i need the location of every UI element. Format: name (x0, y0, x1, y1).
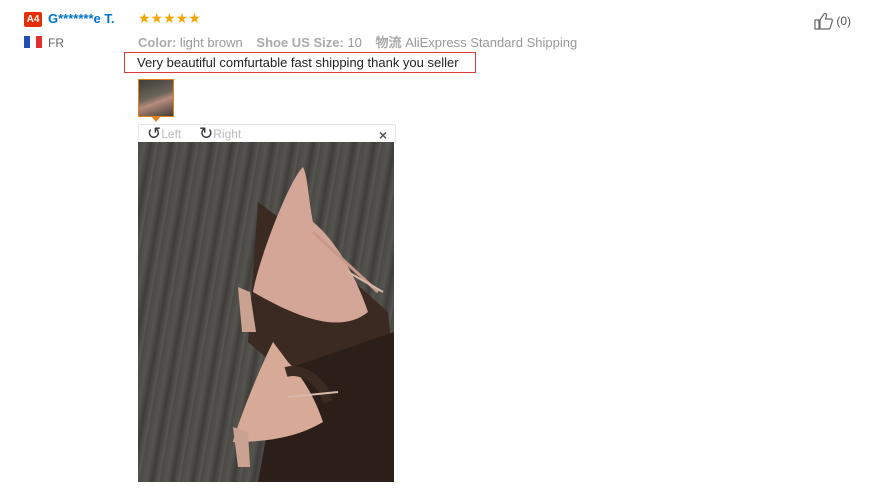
color-value: light brown (179, 35, 243, 50)
order-attributes: Color: light brown Shoe US Size: 10 物流 A… (138, 32, 587, 51)
shipping-label: 物流 (375, 35, 402, 50)
review-text: Very beautiful comfurtable fast shipping… (124, 52, 476, 73)
rating-stars: ★★★★★ (138, 10, 201, 26)
photo-viewer-toolbar: ↺ Left ↻ Right × (138, 124, 396, 143)
helpful-count: (0) (836, 14, 851, 28)
rotate-left-button[interactable]: ↺ Left (147, 125, 181, 143)
helpful-button[interactable]: (0) (814, 12, 851, 30)
close-icon[interactable]: × (379, 127, 387, 143)
reviewer-country: FR (48, 36, 64, 50)
rotate-right-button[interactable]: ↻ Right (199, 125, 241, 143)
reviewer-name[interactable]: G*******e T. (48, 11, 114, 26)
selected-thumbnail-indicator (151, 116, 161, 122)
color-label: Color: (138, 35, 177, 50)
rotate-right-icon: ↻ (199, 124, 214, 143)
rotate-left-icon: ↺ (147, 124, 162, 143)
france-flag-icon (24, 36, 42, 48)
size-value: 10 (347, 35, 362, 50)
shoes-photo-illustration (233, 167, 394, 482)
shipping-value: AliExpress Standard Shipping (405, 35, 578, 50)
member-level-badge: A4 (24, 12, 42, 27)
rotate-right-label: Right (213, 127, 242, 141)
size-label: Shoe US Size: (256, 35, 344, 50)
review-photo-thumbnail[interactable] (138, 79, 174, 117)
thumbs-up-icon[interactable] (814, 12, 834, 30)
rotate-left-label: Left (161, 127, 182, 141)
review-photo (138, 142, 394, 482)
